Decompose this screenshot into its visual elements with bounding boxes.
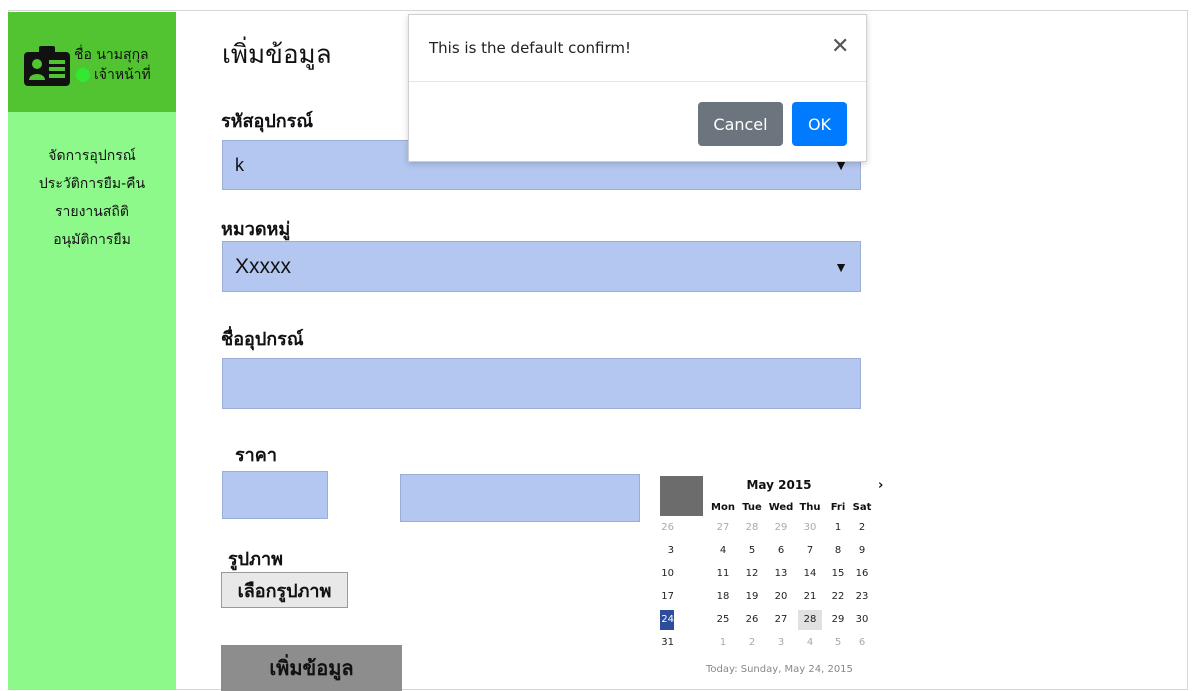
datepicker-day[interactable]: 7	[798, 541, 822, 561]
datepicker-day[interactable]: 22	[826, 587, 850, 607]
datepicker-day[interactable]: 26	[740, 610, 764, 630]
datepicker-day[interactable]: 16	[850, 564, 874, 584]
category-label: หมวดหมู่	[221, 219, 291, 240]
ok-button[interactable]: OK	[792, 102, 847, 146]
status-online-icon	[76, 68, 90, 82]
datepicker-day[interactable]: 2	[740, 633, 764, 653]
datepicker-day[interactable]: 21	[798, 587, 822, 607]
datepicker-day[interactable]: 13	[769, 564, 793, 584]
datepicker-day[interactable]: 15	[826, 564, 850, 584]
image-label: รูปภาพ	[228, 549, 283, 570]
datepicker-weekday: Thu	[799, 502, 821, 513]
confirm-dialog: This is the default confirm! ✕ Cancel OK	[408, 14, 867, 162]
datepicker-day[interactable]: 28	[740, 518, 764, 538]
datepicker-weekday: Sat	[852, 502, 872, 513]
confirm-message: This is the default confirm!	[429, 39, 632, 57]
datepicker-day[interactable]: 29	[826, 610, 850, 630]
datepicker-day[interactable]: 28	[798, 610, 822, 630]
datepicker-day[interactable]: 2	[850, 518, 874, 538]
datepicker: May 2015 › Mon Tue Wed Thu Fri Sat 26 27 28 29 30 1…	[660, 472, 898, 675]
sidebar: ชื่อ นามสุกุล เจ้าหน้าที่ จัดการอุปกรณ์ …	[8, 12, 176, 690]
datepicker-day[interactable]: 14	[798, 564, 822, 584]
datepicker-day[interactable]: 12	[740, 564, 764, 584]
id-card-icon	[24, 46, 70, 86]
close-icon[interactable]: ✕	[831, 36, 849, 58]
equipment-name-input[interactable]	[222, 358, 861, 409]
datepicker-day[interactable]: 31	[660, 633, 674, 653]
datepicker-weekday: Mon	[711, 502, 735, 513]
price-label: ราคา	[235, 445, 277, 466]
category-select[interactable]: Xxxxx ▼	[222, 241, 861, 292]
datepicker-day[interactable]: 4	[711, 541, 735, 561]
datepicker-day[interactable]: 17	[660, 587, 674, 607]
datepicker-day[interactable]: 25	[711, 610, 735, 630]
datepicker-day[interactable]: 27	[711, 518, 735, 538]
datepicker-day[interactable]: 26	[660, 518, 674, 538]
datepicker-day[interactable]: 29	[769, 518, 793, 538]
add-data-button[interactable]: เพิ่มข้อมูล	[221, 645, 402, 691]
datepicker-day[interactable]: 30	[850, 610, 874, 630]
datepicker-day[interactable]: 19	[740, 587, 764, 607]
datepicker-today[interactable]: Today: Sunday, May 24, 2015	[706, 664, 853, 675]
equipment-code-value: k	[235, 154, 244, 175]
datepicker-day[interactable]: 3	[769, 633, 793, 653]
datepicker-day[interactable]: 20	[769, 587, 793, 607]
equipment-code-label: รหัสอุปกรณ์	[221, 111, 314, 132]
datepicker-day[interactable]: 18	[711, 587, 735, 607]
datepicker-day[interactable]: 6	[769, 541, 793, 561]
date-input[interactable]	[400, 474, 640, 522]
page-title: เพิ่มข้อมูล	[222, 40, 332, 70]
chevron-right-icon[interactable]: ›	[878, 478, 883, 493]
sidebar-item-approve-borrow[interactable]: อนุมัติการยืม	[8, 226, 176, 254]
choose-image-button[interactable]: เลือกรูปภาพ	[221, 572, 348, 608]
user-profile: ชื่อ นามสุกุล เจ้าหน้าที่	[8, 12, 176, 112]
user-role-label: เจ้าหน้าที่	[94, 67, 151, 83]
divider	[409, 81, 866, 82]
datepicker-weekday: Wed	[768, 502, 794, 513]
datepicker-day[interactable]: 5	[740, 541, 764, 561]
datepicker-day[interactable]: 10	[660, 564, 674, 584]
datepicker-day[interactable]: 5	[826, 633, 850, 653]
datepicker-day[interactable]: 9	[850, 541, 874, 561]
price-input[interactable]	[222, 471, 328, 519]
datepicker-day[interactable]: 6	[850, 633, 874, 653]
caret-down-icon: ▼	[834, 258, 848, 275]
datepicker-prev-area[interactable]	[660, 476, 703, 516]
datepicker-day[interactable]: 4	[798, 633, 822, 653]
equipment-name-label: ชื่ออุปกรณ์	[221, 329, 304, 350]
sidebar-item-borrow-history[interactable]: ประวัติการยืม-คืน	[8, 170, 176, 198]
datepicker-day[interactable]: 1	[711, 633, 735, 653]
sidebar-menu: จัดการอุปกรณ์ ประวัติการยืม-คืน รายงานสถ…	[8, 142, 176, 254]
category-value: Xxxxx	[235, 254, 292, 278]
user-role: เจ้าหน้าที่	[76, 64, 151, 86]
sidebar-item-manage-equipment[interactable]: จัดการอุปกรณ์	[8, 142, 176, 170]
datepicker-weekday: Tue	[742, 502, 762, 513]
datepicker-day[interactable]: 1	[826, 518, 850, 538]
datepicker-day[interactable]: 23	[850, 587, 874, 607]
datepicker-month[interactable]: May 2015	[734, 478, 824, 492]
datepicker-day[interactable]: 27	[769, 610, 793, 630]
datepicker-day[interactable]: 3	[660, 541, 674, 561]
datepicker-day[interactable]: 30	[798, 518, 822, 538]
user-name: ชื่อ นามสุกุล	[74, 47, 149, 63]
cancel-button[interactable]: Cancel	[698, 102, 783, 146]
datepicker-day[interactable]: 11	[711, 564, 735, 584]
sidebar-item-statistics-report[interactable]: รายงานสถิติ	[8, 198, 176, 226]
datepicker-day[interactable]: 24	[660, 610, 674, 630]
datepicker-day[interactable]: 8	[826, 541, 850, 561]
